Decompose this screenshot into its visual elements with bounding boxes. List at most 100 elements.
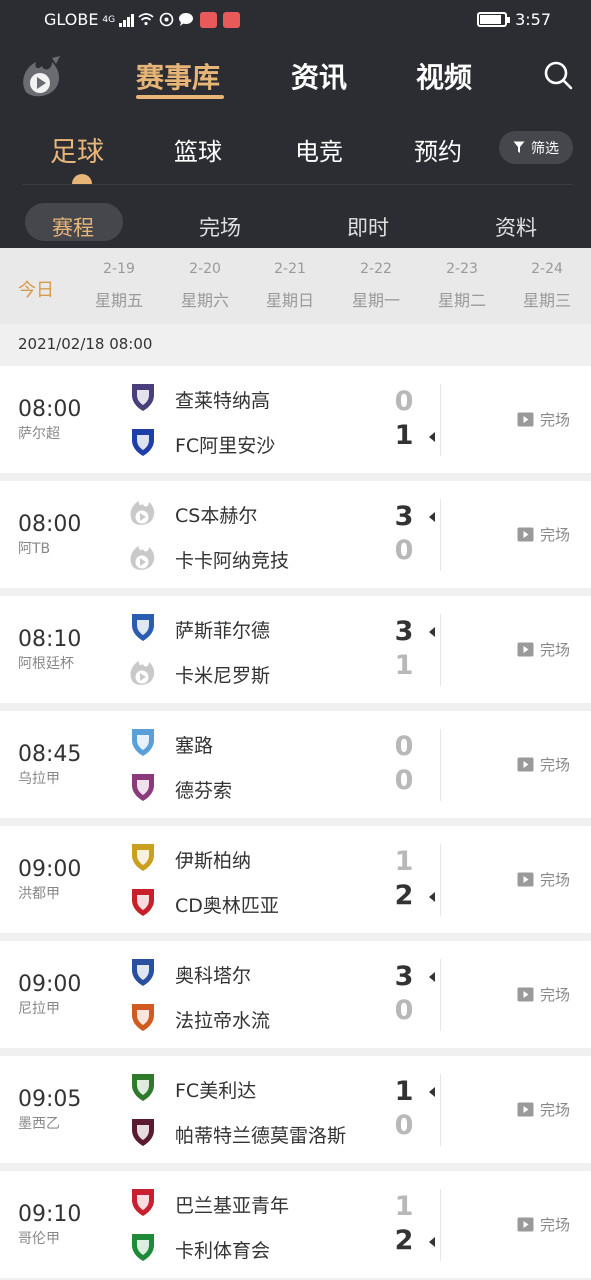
nav-tab-videos[interactable]: 视频 <box>416 56 472 96</box>
match-status: 完场 <box>540 411 571 429</box>
team-crest-icon <box>132 729 154 756</box>
card-divider <box>440 729 441 801</box>
match-time: 09:10 <box>18 1202 82 1227</box>
home-team-name: 奥科塔尔 <box>175 965 252 987</box>
filter-label: 筛选 <box>531 140 559 157</box>
match-status: 完场 <box>540 756 571 774</box>
video-play-icon[interactable] <box>517 757 534 772</box>
weekday-label: 星期六 <box>180 291 229 310</box>
filter-icon <box>513 141 525 153</box>
video-play-icon[interactable] <box>517 412 534 427</box>
home-score: 0 <box>394 386 414 417</box>
winner-indicator-icon <box>429 892 435 902</box>
league-name: 哥伦甲 <box>18 1231 60 1247</box>
video-play-icon[interactable] <box>517 872 534 887</box>
match-card[interactable]: 09:10 哥伦甲 巴兰基亚青年 卡利体育会 1 2 完场 <box>0 1171 591 1278</box>
date-item[interactable]: 2-20 星期六 <box>169 261 241 311</box>
status-right: 3:57 <box>477 10 551 29</box>
sub-tab-schedule[interactable]: 赛程 <box>52 212 94 242</box>
date-label: 2-22 <box>360 261 392 277</box>
date-label: 2-20 <box>189 261 221 277</box>
match-status: 完场 <box>540 641 571 659</box>
sport-tab-esports[interactable]: 电竞 <box>295 132 343 167</box>
match-time: 08:45 <box>18 742 82 767</box>
carrier-group: GLOBE 4G <box>44 10 241 29</box>
match-status: 完场 <box>540 526 571 544</box>
wifi-icon <box>138 12 154 28</box>
card-divider <box>440 959 441 1031</box>
header-divider <box>22 184 573 185</box>
date-item[interactable]: 2-21 星期日 <box>254 261 326 311</box>
video-play-icon[interactable] <box>517 1102 534 1117</box>
video-play-icon[interactable] <box>517 527 534 542</box>
match-card[interactable]: 08:00 阿TB CS本赫尔 卡卡阿纳竞技 3 0 完场 <box>0 481 591 588</box>
league-name: 墨西乙 <box>18 1116 60 1132</box>
away-score: 0 <box>394 765 414 796</box>
network-type: 4G <box>102 14 116 25</box>
sub-tab-finished[interactable]: 完场 <box>199 212 241 242</box>
winner-indicator-icon <box>429 512 435 522</box>
league-name: 乌拉甲 <box>18 771 60 787</box>
team-crest-icon <box>132 889 154 916</box>
match-card[interactable]: 09:00 洪都甲 伊斯柏纳 CD奥林匹亚 1 2 完场 <box>0 826 591 933</box>
nav-tab-news[interactable]: 资讯 <box>291 56 347 96</box>
weekday-label: 星期二 <box>437 291 486 310</box>
team-crest-icon <box>132 844 154 871</box>
date-item[interactable]: 2-23 星期二 <box>426 261 498 311</box>
sport-tab-basketball[interactable]: 篮球 <box>174 132 222 167</box>
status-bar: GLOBE 4G 3:57 <box>0 0 591 40</box>
team-crest-icon <box>132 959 154 986</box>
away-score: 0 <box>394 535 414 566</box>
weekday-label: 星期日 <box>265 291 314 310</box>
league-name: 萨尔超 <box>18 426 60 442</box>
nav-tab-event-library[interactable]: 赛事库 <box>136 56 220 96</box>
team-crest-icon <box>132 614 154 641</box>
league-name: 洪都甲 <box>18 886 60 902</box>
filter-button[interactable]: 筛选 <box>499 131 573 164</box>
sport-tab-reservations[interactable]: 预约 <box>414 132 462 167</box>
sport-tab-football[interactable]: 足球 <box>50 130 104 169</box>
match-card[interactable]: 08:10 阿根廷杯 萨斯菲尔德 卡米尼罗斯 3 1 完场 <box>0 596 591 703</box>
date-item[interactable]: 2-24 星期三 <box>511 261 583 311</box>
match-card[interactable]: 09:05 墨西乙 FC美利达 帕蒂特兰德莫雷洛斯 1 0 完场 <box>0 1056 591 1163</box>
home-team-name: CS本赫尔 <box>175 505 258 527</box>
home-team-name: 查莱特纳高 <box>175 390 271 412</box>
sub-tab-info[interactable]: 资料 <box>495 212 537 242</box>
match-card[interactable]: 08:45 乌拉甲 塞路 德芬索 0 0 完场 <box>0 711 591 818</box>
date-label: 2-21 <box>274 261 306 277</box>
home-score: 3 <box>394 501 414 532</box>
date-item[interactable]: 2-19 星期五 <box>83 261 155 311</box>
weekday-label: 星期五 <box>94 291 143 310</box>
team-crest-icon <box>132 1074 154 1101</box>
video-play-icon[interactable] <box>517 642 534 657</box>
match-time: 09:00 <box>18 972 82 997</box>
away-team-name: FC阿里安沙 <box>175 435 276 457</box>
team-crest-icon <box>132 1004 154 1031</box>
match-card[interactable]: 09:00 尼拉甲 奥科塔尔 法拉帝水流 3 0 完场 <box>0 941 591 1048</box>
home-team-name: FC美利达 <box>175 1080 257 1102</box>
video-play-icon[interactable] <box>517 1217 534 1232</box>
home-score: 1 <box>394 1076 414 1107</box>
video-play-icon[interactable] <box>517 987 534 1002</box>
away-team-name: 卡米尼罗斯 <box>175 665 271 687</box>
away-team-name: 帕蒂特兰德莫雷洛斯 <box>175 1125 347 1147</box>
away-team-name: 法拉帝水流 <box>175 1010 271 1032</box>
team-crest-icon <box>132 429 154 456</box>
sub-tab-live[interactable]: 即时 <box>347 212 389 242</box>
league-name: 尼拉甲 <box>18 1001 60 1017</box>
match-card[interactable]: 08:00 萨尔超 查莱特纳高 FC阿里安沙 0 1 完场 <box>0 366 591 473</box>
date-item[interactable]: 2-22 星期一 <box>340 261 412 311</box>
card-divider <box>440 1074 441 1146</box>
search-icon[interactable] <box>543 60 573 90</box>
match-status: 完场 <box>540 871 571 889</box>
away-score: 0 <box>394 1110 414 1141</box>
app-notification-icon <box>223 11 241 28</box>
league-name: 阿TB <box>18 541 51 557</box>
date-label: 2-23 <box>446 261 478 277</box>
clock: 3:57 <box>515 10 551 29</box>
team-crest-icon <box>132 774 154 801</box>
match-status: 完场 <box>540 1216 571 1234</box>
match-status: 完场 <box>540 1101 571 1119</box>
away-score: 1 <box>394 650 414 681</box>
date-today[interactable]: 今日 <box>18 276 54 302</box>
